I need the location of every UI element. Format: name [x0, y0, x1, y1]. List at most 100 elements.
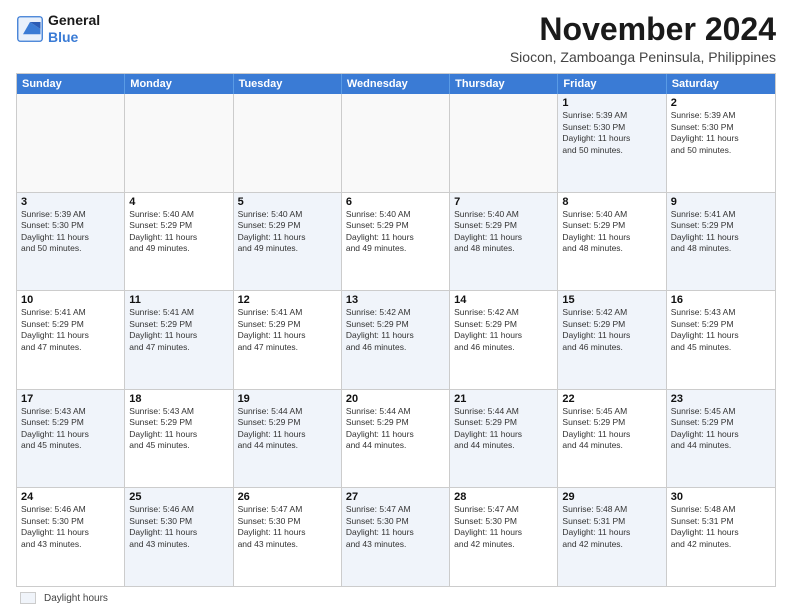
subtitle: Siocon, Zamboanga Peninsula, Philippines	[510, 49, 776, 65]
logo-line2: Blue	[48, 29, 100, 46]
day-info: Sunrise: 5:41 AM Sunset: 5:29 PM Dayligh…	[129, 307, 228, 353]
calendar-cell: 4Sunrise: 5:40 AM Sunset: 5:29 PM Daylig…	[125, 193, 233, 291]
day-info: Sunrise: 5:46 AM Sunset: 5:30 PM Dayligh…	[129, 504, 228, 550]
day-number: 29	[562, 491, 661, 503]
day-info: Sunrise: 5:40 AM Sunset: 5:29 PM Dayligh…	[454, 209, 553, 255]
day-info: Sunrise: 5:42 AM Sunset: 5:29 PM Dayligh…	[346, 307, 445, 353]
calendar-cell: 7Sunrise: 5:40 AM Sunset: 5:29 PM Daylig…	[450, 193, 558, 291]
calendar-header-cell: Friday	[558, 74, 666, 94]
calendar-cell: 23Sunrise: 5:45 AM Sunset: 5:29 PM Dayli…	[667, 390, 775, 488]
day-info: Sunrise: 5:45 AM Sunset: 5:29 PM Dayligh…	[562, 406, 661, 452]
day-info: Sunrise: 5:48 AM Sunset: 5:31 PM Dayligh…	[671, 504, 771, 550]
day-info: Sunrise: 5:42 AM Sunset: 5:29 PM Dayligh…	[562, 307, 661, 353]
day-info: Sunrise: 5:39 AM Sunset: 5:30 PM Dayligh…	[21, 209, 120, 255]
day-info: Sunrise: 5:43 AM Sunset: 5:29 PM Dayligh…	[129, 406, 228, 452]
day-number: 14	[454, 294, 553, 306]
calendar-cell: 10Sunrise: 5:41 AM Sunset: 5:29 PM Dayli…	[17, 291, 125, 389]
calendar-cell	[450, 94, 558, 192]
calendar-header-cell: Saturday	[667, 74, 775, 94]
day-number: 20	[346, 393, 445, 405]
calendar-header-cell: Tuesday	[234, 74, 342, 94]
calendar-cell: 28Sunrise: 5:47 AM Sunset: 5:30 PM Dayli…	[450, 488, 558, 586]
calendar-cell	[234, 94, 342, 192]
main-title: November 2024	[510, 12, 776, 47]
calendar-cell: 22Sunrise: 5:45 AM Sunset: 5:29 PM Dayli…	[558, 390, 666, 488]
day-number: 15	[562, 294, 661, 306]
day-number: 2	[671, 97, 771, 109]
calendar-cell: 25Sunrise: 5:46 AM Sunset: 5:30 PM Dayli…	[125, 488, 233, 586]
calendar-cell: 16Sunrise: 5:43 AM Sunset: 5:29 PM Dayli…	[667, 291, 775, 389]
day-info: Sunrise: 5:40 AM Sunset: 5:29 PM Dayligh…	[346, 209, 445, 255]
calendar-cell: 17Sunrise: 5:43 AM Sunset: 5:29 PM Dayli…	[17, 390, 125, 488]
calendar-cell: 19Sunrise: 5:44 AM Sunset: 5:29 PM Dayli…	[234, 390, 342, 488]
calendar-header-cell: Wednesday	[342, 74, 450, 94]
calendar-cell: 14Sunrise: 5:42 AM Sunset: 5:29 PM Dayli…	[450, 291, 558, 389]
day-info: Sunrise: 5:44 AM Sunset: 5:29 PM Dayligh…	[454, 406, 553, 452]
calendar-cell: 11Sunrise: 5:41 AM Sunset: 5:29 PM Dayli…	[125, 291, 233, 389]
calendar-cell: 3Sunrise: 5:39 AM Sunset: 5:30 PM Daylig…	[17, 193, 125, 291]
calendar-cell: 2Sunrise: 5:39 AM Sunset: 5:30 PM Daylig…	[667, 94, 775, 192]
calendar-header-cell: Thursday	[450, 74, 558, 94]
calendar-cell: 18Sunrise: 5:43 AM Sunset: 5:29 PM Dayli…	[125, 390, 233, 488]
calendar-header-row: SundayMondayTuesdayWednesdayThursdayFrid…	[17, 74, 775, 94]
page: General Blue November 2024 Siocon, Zambo…	[0, 0, 792, 612]
day-info: Sunrise: 5:46 AM Sunset: 5:30 PM Dayligh…	[21, 504, 120, 550]
calendar-body: 1Sunrise: 5:39 AM Sunset: 5:30 PM Daylig…	[17, 94, 775, 586]
calendar-cell: 6Sunrise: 5:40 AM Sunset: 5:29 PM Daylig…	[342, 193, 450, 291]
calendar-cell: 27Sunrise: 5:47 AM Sunset: 5:30 PM Dayli…	[342, 488, 450, 586]
day-info: Sunrise: 5:47 AM Sunset: 5:30 PM Dayligh…	[454, 504, 553, 550]
day-number: 24	[21, 491, 120, 503]
day-number: 26	[238, 491, 337, 503]
day-info: Sunrise: 5:48 AM Sunset: 5:31 PM Dayligh…	[562, 504, 661, 550]
calendar-cell	[125, 94, 233, 192]
title-block: November 2024 Siocon, Zamboanga Peninsul…	[510, 12, 776, 65]
calendar-week: 10Sunrise: 5:41 AM Sunset: 5:29 PM Dayli…	[17, 290, 775, 389]
legend-color-box	[20, 592, 36, 604]
day-info: Sunrise: 5:47 AM Sunset: 5:30 PM Dayligh…	[346, 504, 445, 550]
day-number: 17	[21, 393, 120, 405]
day-number: 4	[129, 196, 228, 208]
day-number: 28	[454, 491, 553, 503]
day-number: 27	[346, 491, 445, 503]
calendar-header-cell: Sunday	[17, 74, 125, 94]
day-number: 6	[346, 196, 445, 208]
day-info: Sunrise: 5:40 AM Sunset: 5:29 PM Dayligh…	[562, 209, 661, 255]
calendar-cell: 20Sunrise: 5:44 AM Sunset: 5:29 PM Dayli…	[342, 390, 450, 488]
calendar-cell: 26Sunrise: 5:47 AM Sunset: 5:30 PM Dayli…	[234, 488, 342, 586]
day-number: 23	[671, 393, 771, 405]
day-info: Sunrise: 5:43 AM Sunset: 5:29 PM Dayligh…	[21, 406, 120, 452]
day-number: 13	[346, 294, 445, 306]
calendar-cell	[17, 94, 125, 192]
day-number: 19	[238, 393, 337, 405]
calendar-cell: 24Sunrise: 5:46 AM Sunset: 5:30 PM Dayli…	[17, 488, 125, 586]
day-info: Sunrise: 5:39 AM Sunset: 5:30 PM Dayligh…	[671, 110, 771, 156]
calendar-cell: 21Sunrise: 5:44 AM Sunset: 5:29 PM Dayli…	[450, 390, 558, 488]
calendar-header-cell: Monday	[125, 74, 233, 94]
day-info: Sunrise: 5:47 AM Sunset: 5:30 PM Dayligh…	[238, 504, 337, 550]
day-info: Sunrise: 5:39 AM Sunset: 5:30 PM Dayligh…	[562, 110, 661, 156]
day-number: 16	[671, 294, 771, 306]
day-number: 3	[21, 196, 120, 208]
calendar-week: 17Sunrise: 5:43 AM Sunset: 5:29 PM Dayli…	[17, 389, 775, 488]
day-number: 22	[562, 393, 661, 405]
day-number: 5	[238, 196, 337, 208]
day-number: 12	[238, 294, 337, 306]
day-info: Sunrise: 5:44 AM Sunset: 5:29 PM Dayligh…	[238, 406, 337, 452]
calendar-week: 1Sunrise: 5:39 AM Sunset: 5:30 PM Daylig…	[17, 94, 775, 192]
header: General Blue November 2024 Siocon, Zambo…	[16, 12, 776, 65]
day-number: 8	[562, 196, 661, 208]
legend-label: Daylight hours	[44, 593, 108, 604]
calendar-week: 24Sunrise: 5:46 AM Sunset: 5:30 PM Dayli…	[17, 487, 775, 586]
calendar-cell: 30Sunrise: 5:48 AM Sunset: 5:31 PM Dayli…	[667, 488, 775, 586]
calendar-cell: 1Sunrise: 5:39 AM Sunset: 5:30 PM Daylig…	[558, 94, 666, 192]
calendar-cell: 9Sunrise: 5:41 AM Sunset: 5:29 PM Daylig…	[667, 193, 775, 291]
day-info: Sunrise: 5:41 AM Sunset: 5:29 PM Dayligh…	[671, 209, 771, 255]
day-number: 30	[671, 491, 771, 503]
calendar-week: 3Sunrise: 5:39 AM Sunset: 5:30 PM Daylig…	[17, 192, 775, 291]
calendar-cell: 12Sunrise: 5:41 AM Sunset: 5:29 PM Dayli…	[234, 291, 342, 389]
day-number: 18	[129, 393, 228, 405]
legend: Daylight hours	[16, 592, 776, 604]
calendar-cell: 5Sunrise: 5:40 AM Sunset: 5:29 PM Daylig…	[234, 193, 342, 291]
calendar-cell: 29Sunrise: 5:48 AM Sunset: 5:31 PM Dayli…	[558, 488, 666, 586]
day-number: 9	[671, 196, 771, 208]
